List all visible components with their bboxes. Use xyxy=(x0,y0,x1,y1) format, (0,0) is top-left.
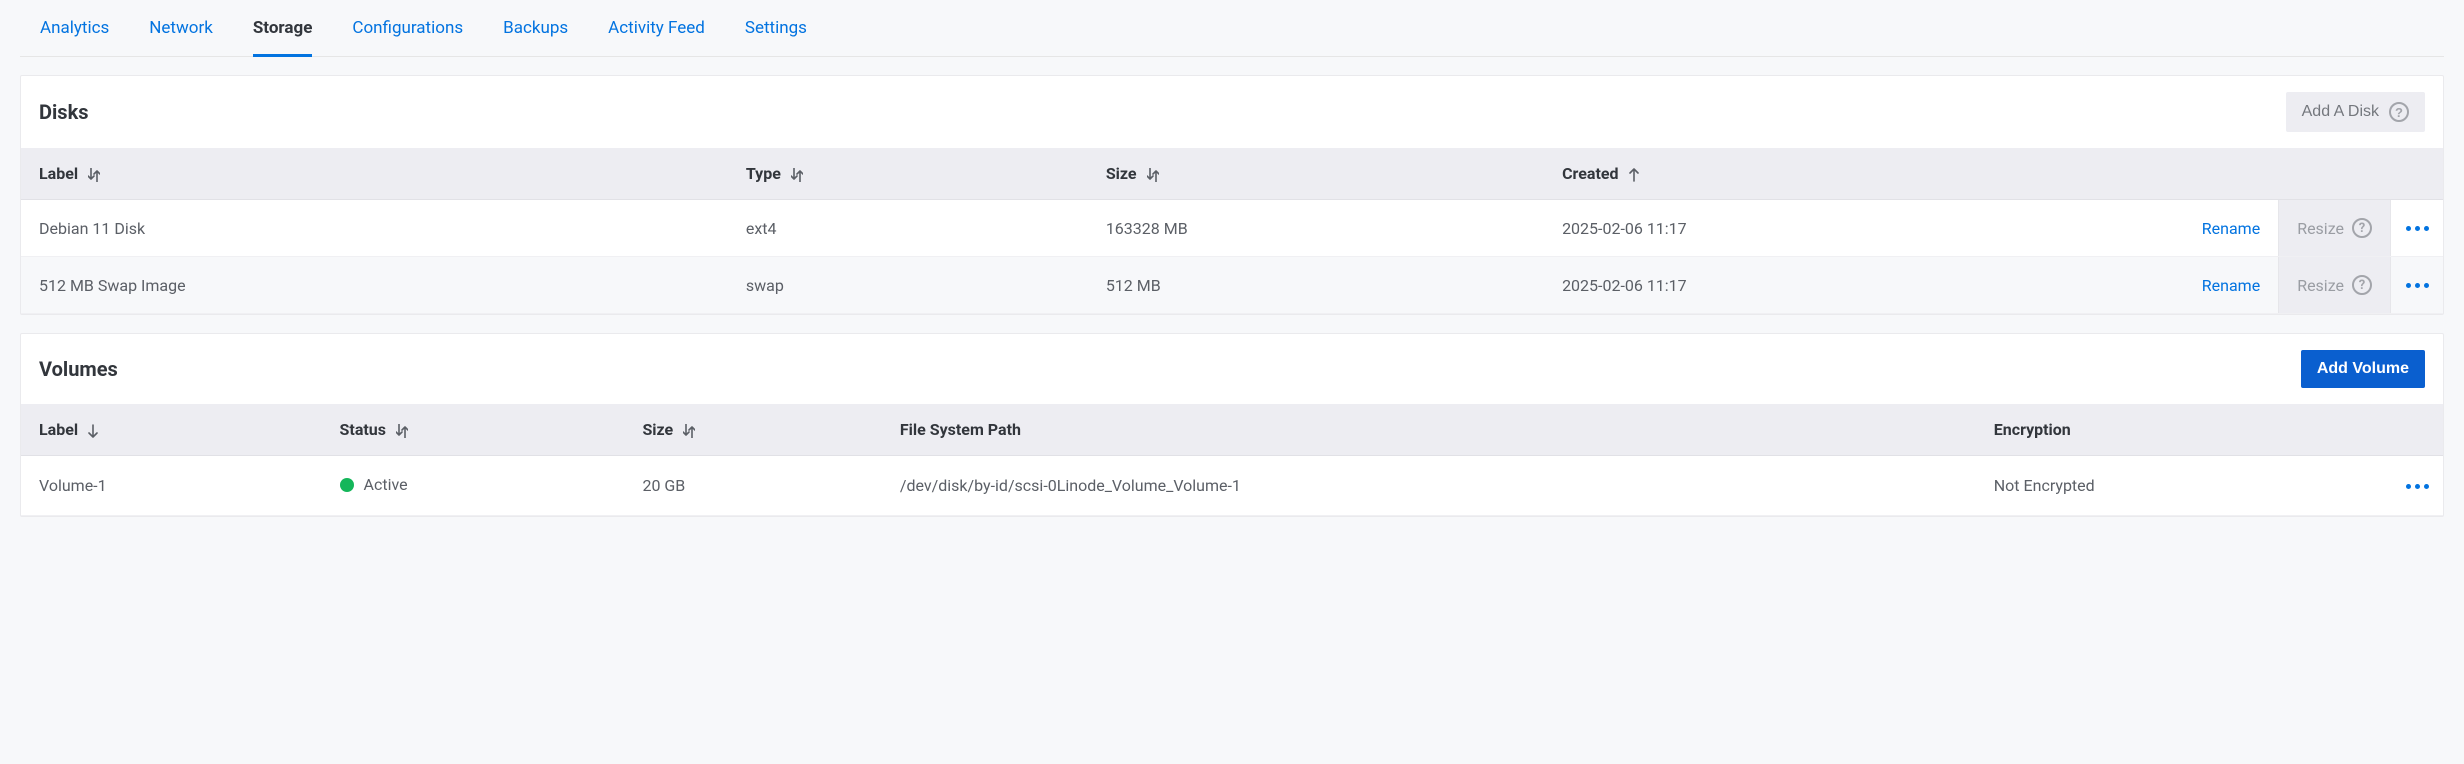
tab-configurations[interactable]: Configurations xyxy=(352,0,463,56)
add-volume-button[interactable]: Add Volume xyxy=(2301,350,2425,388)
disk-type: swap xyxy=(728,257,1088,314)
tab-network[interactable]: Network xyxy=(149,0,213,56)
ellipsis-icon xyxy=(2406,484,2429,489)
help-icon: ? xyxy=(2352,218,2372,238)
rename-button[interactable]: Rename xyxy=(2184,257,2278,313)
disk-label: 512 MB Swap Image xyxy=(21,257,728,314)
disks-col-label[interactable]: Label xyxy=(21,148,728,200)
sort-both-icon xyxy=(683,424,695,438)
volumes-table: Label Status Size File System Path Encry… xyxy=(21,404,2443,516)
resize-button[interactable]: Resize ? xyxy=(2278,257,2391,313)
ellipsis-icon xyxy=(2406,226,2429,231)
volumes-panel: Volumes Add Volume Label Status Size xyxy=(20,333,2444,517)
tab-storage[interactable]: Storage xyxy=(253,0,313,57)
disks-col-size[interactable]: Size xyxy=(1088,148,1544,200)
volume-row: Volume-1 Active 20 GB /dev/disk/by-id/sc… xyxy=(21,456,2443,516)
volume-status: Active xyxy=(322,456,625,516)
tab-settings[interactable]: Settings xyxy=(745,0,807,56)
volumes-col-path: File System Path xyxy=(882,404,1976,456)
sort-both-icon xyxy=(791,168,803,182)
sort-asc-icon xyxy=(1629,168,1639,182)
disk-row: 512 MB Swap Image swap 512 MB 2025-02-06… xyxy=(21,257,2443,314)
tab-bar: Analytics Network Storage Configurations… xyxy=(20,0,2444,57)
rename-button[interactable]: Rename xyxy=(2184,200,2278,256)
disk-type: ext4 xyxy=(728,200,1088,257)
volume-encryption: Not Encrypted xyxy=(1976,456,2373,516)
add-disk-button[interactable]: Add A Disk ? xyxy=(2286,92,2425,132)
sort-both-icon xyxy=(88,168,100,182)
volumes-title: Volumes xyxy=(39,357,118,381)
disk-size: 512 MB xyxy=(1088,257,1544,314)
volumes-col-status[interactable]: Status xyxy=(322,404,625,456)
tab-activity-feed[interactable]: Activity Feed xyxy=(608,0,705,56)
disks-table: Label Type Size Created xyxy=(21,148,2443,314)
sort-desc-icon xyxy=(88,424,98,438)
status-active-icon xyxy=(340,478,354,492)
disk-created: 2025-02-06 11:17 xyxy=(1544,200,2166,257)
help-icon: ? xyxy=(2389,102,2409,122)
tab-backups[interactable]: Backups xyxy=(503,0,568,56)
volume-path: /dev/disk/by-id/scsi-0Linode_Volume_Volu… xyxy=(882,456,1976,516)
disk-created: 2025-02-06 11:17 xyxy=(1544,257,2166,314)
resize-button[interactable]: Resize ? xyxy=(2278,200,2391,256)
disk-size: 163328 MB xyxy=(1088,200,1544,257)
ellipsis-icon xyxy=(2406,283,2429,288)
more-actions-button[interactable] xyxy=(2391,200,2443,256)
disks-col-created[interactable]: Created xyxy=(1544,148,2166,200)
disks-title: Disks xyxy=(39,100,89,124)
volumes-col-encryption: Encryption xyxy=(1976,404,2373,456)
help-icon: ? xyxy=(2352,275,2372,295)
disk-label: Debian 11 Disk xyxy=(21,200,728,257)
tab-analytics[interactable]: Analytics xyxy=(40,0,109,56)
sort-both-icon xyxy=(396,424,408,438)
disks-panel: Disks Add A Disk ? Label Type xyxy=(20,75,2444,315)
more-actions-button[interactable] xyxy=(2391,459,2443,515)
volume-size: 20 GB xyxy=(624,456,881,516)
sort-both-icon xyxy=(1147,168,1159,182)
more-actions-button[interactable] xyxy=(2391,257,2443,313)
add-disk-label: Add A Disk xyxy=(2302,103,2379,121)
disk-row: Debian 11 Disk ext4 163328 MB 2025-02-06… xyxy=(21,200,2443,257)
volumes-col-size[interactable]: Size xyxy=(624,404,881,456)
volume-label: Volume-1 xyxy=(21,456,322,516)
disks-col-type[interactable]: Type xyxy=(728,148,1088,200)
volumes-col-label[interactable]: Label xyxy=(21,404,322,456)
